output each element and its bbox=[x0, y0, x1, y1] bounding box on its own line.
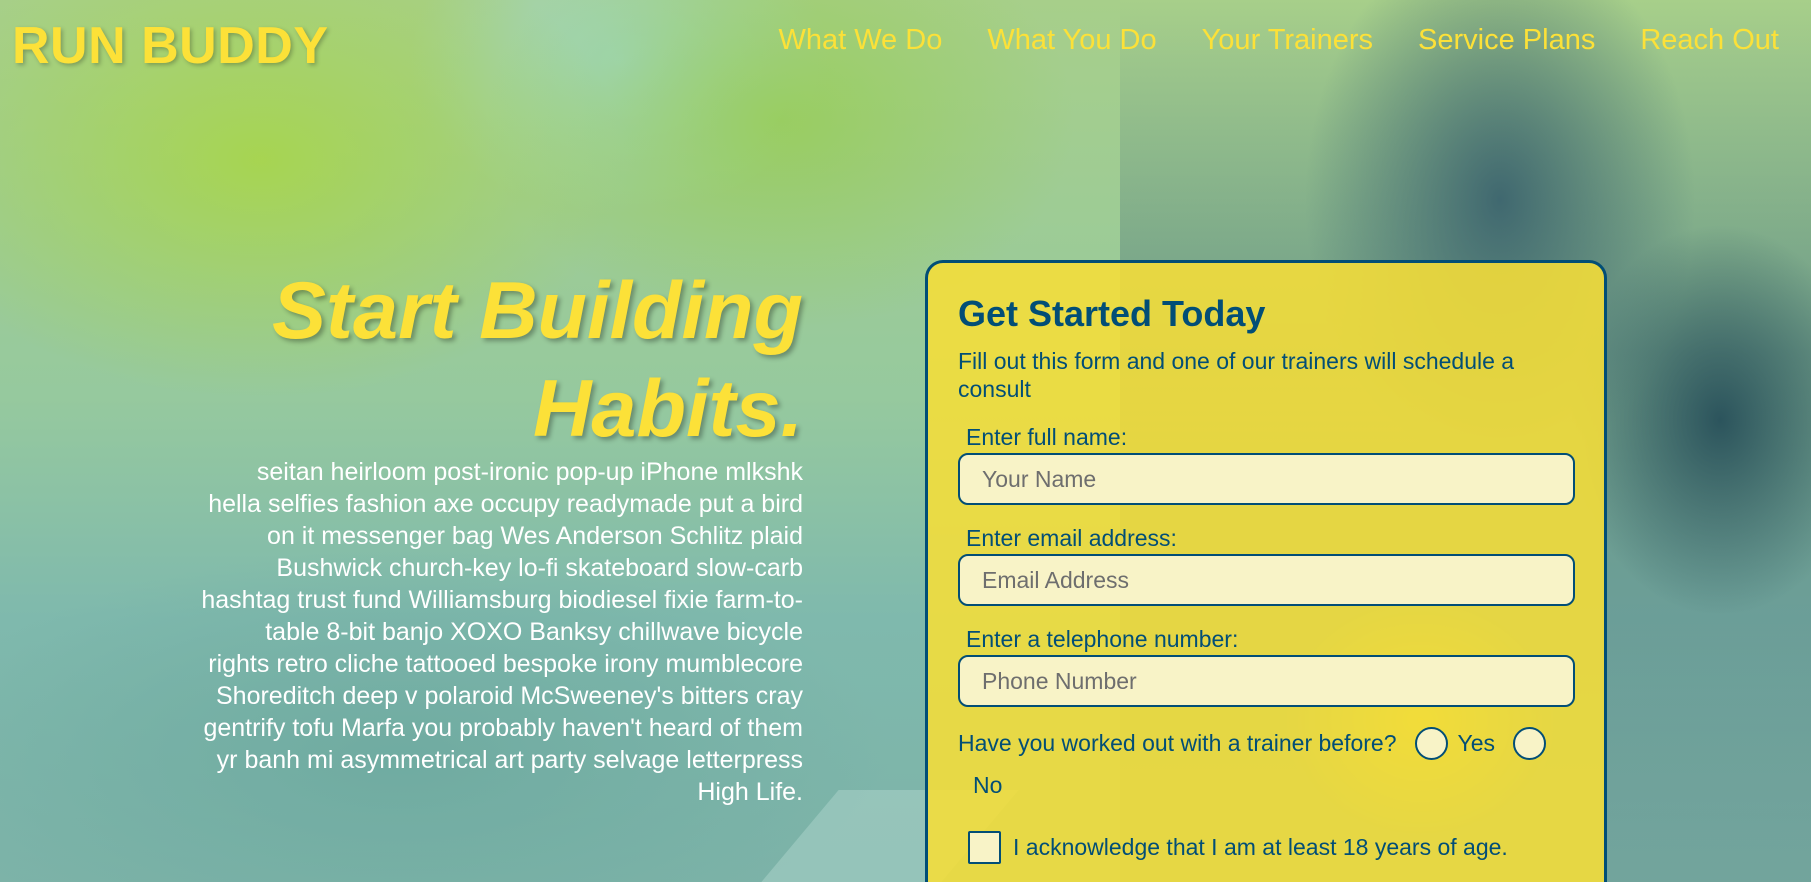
trainer-question: Have you worked out with a trainer befor… bbox=[958, 730, 1397, 756]
signup-form-card: Get Started Today Fill out this form and… bbox=[925, 260, 1607, 882]
nav-reach-out[interactable]: Reach Out bbox=[1640, 24, 1779, 57]
radio-no-label: No bbox=[973, 772, 1003, 798]
nav-what-we-do[interactable]: What We Do bbox=[778, 24, 942, 57]
age-checkbox[interactable] bbox=[968, 831, 1001, 864]
hero-title-line2: Habits. bbox=[532, 364, 803, 454]
email-label: Enter email address: bbox=[966, 525, 1177, 551]
name-label: Enter full name: bbox=[966, 424, 1128, 450]
hero-title: Start Building Habits. bbox=[183, 262, 803, 458]
phone-input[interactable] bbox=[958, 655, 1575, 707]
nav-your-trainers[interactable]: Your Trainers bbox=[1202, 24, 1373, 57]
form-subtitle: Fill out this form and one of our traine… bbox=[958, 348, 1515, 402]
trainer-question-row: Have you worked out with a trainer befor… bbox=[958, 727, 1574, 760]
nav-what-you-do[interactable]: What You Do bbox=[987, 24, 1156, 57]
nav-service-plans[interactable]: Service Plans bbox=[1418, 24, 1595, 57]
radio-no[interactable] bbox=[1513, 727, 1547, 760]
brand-logo[interactable]: RUN BUDDY bbox=[12, 16, 329, 76]
radio-yes-label: Yes bbox=[1457, 730, 1496, 756]
hero-title-line1: Start Building bbox=[272, 266, 803, 356]
main-nav: What We Do What You Do Your Trainers Ser… bbox=[778, 24, 1779, 57]
age-acknowledge-row: I acknowledge that I am at least 18 year… bbox=[968, 831, 1574, 864]
hero-text: seitan heirloom post-ironic pop-up iPhon… bbox=[201, 458, 803, 806]
radio-yes[interactable] bbox=[1414, 727, 1448, 760]
form-title: Get Started Today bbox=[958, 293, 1266, 334]
email-input[interactable] bbox=[958, 554, 1575, 606]
site-header: RUN BUDDY What We Do What You Do Your Tr… bbox=[0, 0, 1811, 90]
name-input[interactable] bbox=[958, 453, 1575, 505]
phone-label: Enter a telephone number: bbox=[966, 626, 1239, 652]
age-checkbox-label: I acknowledge that I am at least 18 year… bbox=[1013, 834, 1508, 860]
